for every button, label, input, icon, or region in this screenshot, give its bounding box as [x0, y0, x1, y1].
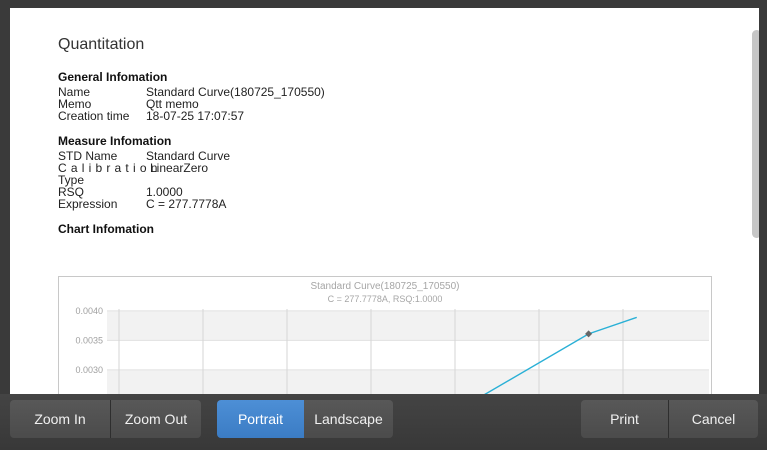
zoom-in-button[interactable]: Zoom In: [10, 400, 111, 438]
chart-title: Standard Curve(180725_170550): [311, 281, 460, 292]
portrait-button[interactable]: Portrait: [217, 400, 304, 438]
measure-info-table: STD Name Standard Curve Calibration Line…: [58, 150, 718, 210]
report-title: Quantitation: [58, 36, 145, 53]
vertical-scrollbar[interactable]: [752, 30, 759, 238]
general-info-table: Name Standard Curve(180725_170550) Memo …: [58, 86, 718, 122]
measure-value: C = 277.7778A: [146, 197, 227, 211]
y-tick-label: 0.0035: [75, 335, 103, 345]
y-tick-label: 0.0040: [75, 306, 103, 316]
info-key: Creation time: [58, 109, 130, 123]
measure-key: Expression: [58, 197, 118, 211]
zoom-out-button[interactable]: Zoom Out: [111, 400, 201, 438]
chart-svg: Standard Curve(180725_170550) C = 277.77…: [75, 281, 709, 394]
measure-row-calibration: Calibration LinearZero: [58, 162, 718, 174]
bottom-toolbar: Zoom In Zoom Out Portrait Landscape Prin…: [0, 394, 767, 450]
grid-band: [107, 369, 709, 394]
info-value: 18-07-25 17:07:57: [146, 109, 245, 123]
landscape-button[interactable]: Landscape: [304, 400, 393, 438]
measure-value: LinearZero: [150, 161, 209, 175]
cancel-button[interactable]: Cancel: [669, 400, 758, 438]
print-button[interactable]: Print: [581, 400, 669, 438]
measure-row-expression: Expression C = 277.7778A: [58, 198, 718, 210]
standard-curve-chart: Standard Curve(180725_170550) C = 277.77…: [58, 276, 712, 394]
chart-subtitle: C = 277.7778A, RSQ:1.0000: [328, 294, 443, 304]
report-content: Quantitation General Infomation Name Sta…: [58, 36, 718, 238]
chart-info-heading: Chart Infomation: [58, 222, 154, 236]
measure-info-heading: Measure Infomation: [58, 134, 172, 148]
general-info-heading: General Infomation: [58, 70, 168, 84]
preview-page[interactable]: Quantitation General Infomation Name Sta…: [10, 8, 759, 394]
y-tick-label: 0.0030: [75, 365, 103, 375]
print-preview-dialog: Quantitation General Infomation Name Sta…: [0, 0, 767, 450]
info-row-creation-time: Creation time 18-07-25 17:07:57: [58, 110, 718, 122]
grid-band: [107, 310, 709, 341]
